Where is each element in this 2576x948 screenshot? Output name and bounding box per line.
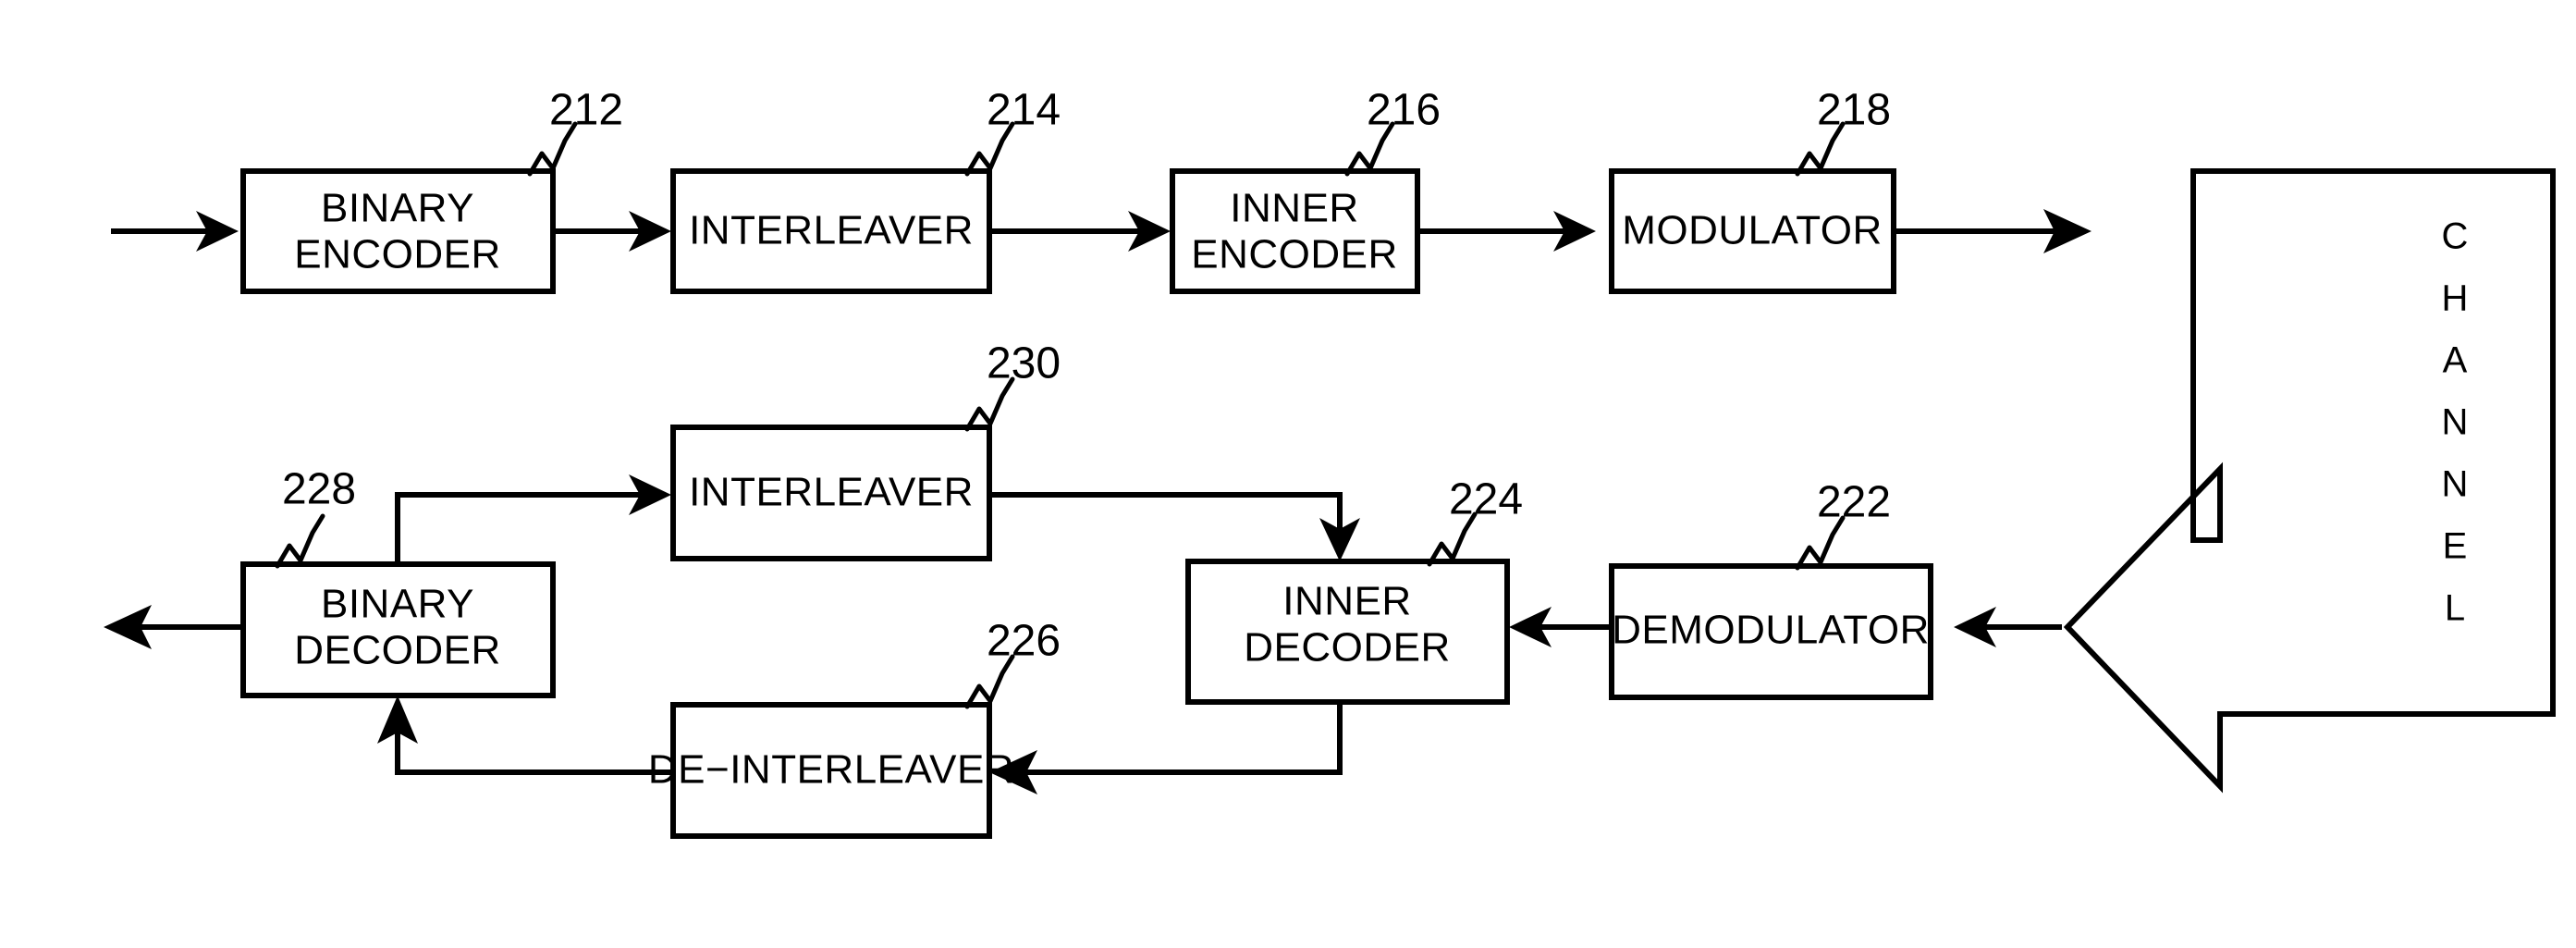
- inner-decoder-label-line1: INNER: [1282, 579, 1411, 624]
- wire-inner-encoder-to-modulator: [1417, 211, 1596, 252]
- inner-encoder-label-line2: ENCODER: [1191, 232, 1398, 277]
- block-modulator[interactable]: MODULATOR: [1609, 168, 1896, 294]
- ref-number-212: 212: [549, 86, 623, 135]
- channel-letter-4: N: [2442, 464, 2469, 505]
- ref-number-214: 214: [987, 86, 1061, 135]
- binary-encoder-label-line2: ENCODER: [294, 232, 501, 277]
- ref-number-226: 226: [987, 617, 1061, 666]
- wire-demodulator-to-inner-decoder: [1509, 607, 1612, 647]
- patent-figure: BINARY ENCODER 212 INTERLEAVER 214 INNER…: [0, 0, 2576, 948]
- ref-number-216: 216: [1367, 86, 1441, 135]
- binary-decoder-label-line1: BINARY: [321, 582, 474, 627]
- channel-letter-5: E: [2443, 526, 2468, 567]
- block-channel[interactable]: [2063, 168, 2556, 794]
- block-inner-decoder[interactable]: INNER DECODER: [1185, 559, 1510, 705]
- wire-binary-decoder-to-interleaver-rx: [395, 474, 671, 564]
- ref-228-leader: [275, 513, 325, 569]
- wire-modulator-to-channel: [1894, 209, 2091, 253]
- inner-decoder-label-line2: DECODER: [1244, 625, 1451, 671]
- wire-de-interleaver-to-binary-decoder: [377, 696, 673, 775]
- output-signal-arrow: [104, 605, 243, 649]
- wire-interleaver-rx-to-inner-decoder: [989, 492, 1360, 561]
- block-inner-encoder[interactable]: INNER ENCODER: [1170, 168, 1420, 294]
- wire-encoder-to-interleaver: [553, 211, 671, 252]
- wire-channel-to-demodulator: [1954, 607, 2062, 647]
- block-binary-decoder[interactable]: BINARY DECODER: [240, 561, 556, 698]
- inner-encoder-label-line1: INNER: [1230, 186, 1358, 231]
- binary-encoder-label-line1: BINARY: [321, 186, 474, 231]
- channel-letter-0: C: [2442, 216, 2469, 257]
- block-demodulator[interactable]: DEMODULATOR: [1609, 563, 1933, 700]
- channel-letter-3: N: [2442, 402, 2469, 443]
- wire-inner-decoder-to-de-interleaver: [989, 702, 1343, 794]
- input-signal-arrow: [111, 211, 239, 252]
- ref-number-218: 218: [1817, 86, 1891, 135]
- ref-number-224: 224: [1449, 475, 1523, 524]
- block-diagram-canvas: BINARY ENCODER 212 INTERLEAVER 214 INNER…: [104, 86, 2556, 839]
- demodulator-label: DEMODULATOR: [1612, 608, 1930, 653]
- ref-number-228: 228: [282, 465, 356, 514]
- channel-letter-2: A: [2443, 340, 2468, 381]
- block-de-interleaver[interactable]: DE−INTERLEAVER: [648, 702, 1014, 839]
- ref-number-230: 230: [987, 339, 1061, 388]
- de-interleaver-label: DE−INTERLEAVER: [648, 747, 1014, 793]
- interleaver-tx-label: INTERLEAVER: [689, 208, 974, 253]
- channel-letter-1: H: [2442, 278, 2469, 319]
- block-binary-encoder[interactable]: BINARY ENCODER: [240, 168, 556, 294]
- channel-letter-6: L: [2445, 588, 2465, 629]
- interleaver-rx-label: INTERLEAVER: [689, 470, 974, 515]
- modulator-label: MODULATOR: [1622, 208, 1883, 253]
- block-interleaver-rx[interactable]: INTERLEAVER: [670, 425, 992, 561]
- ref-number-222: 222: [1817, 478, 1891, 527]
- block-interleaver-tx[interactable]: INTERLEAVER: [670, 168, 992, 294]
- binary-decoder-label-line2: DECODER: [294, 628, 501, 673]
- wire-interleaver-to-inner-encoder: [989, 211, 1171, 252]
